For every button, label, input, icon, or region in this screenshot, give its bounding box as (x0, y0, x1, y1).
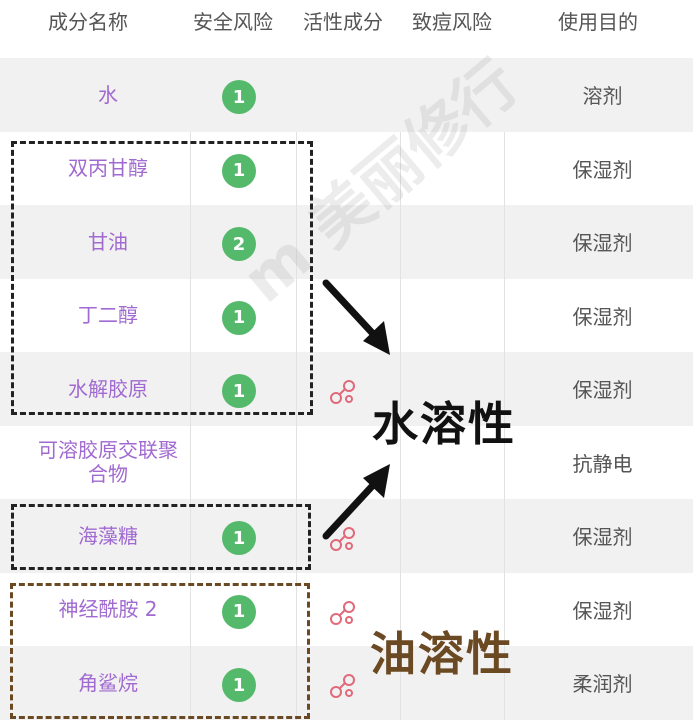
purpose-text: 保湿剂 (572, 231, 633, 256)
purpose-text: 保湿剂 (572, 598, 633, 623)
column-divider (504, 131, 505, 205)
active-ingredient-icon (330, 380, 355, 404)
column-divider (400, 499, 401, 573)
purpose-text: 抗静电 (572, 451, 633, 476)
column-divider (400, 205, 401, 279)
oil-soluble-label: 油溶性 (370, 627, 514, 681)
purpose-text: 溶剂 (582, 84, 623, 109)
purpose-text: 柔润剂 (572, 672, 633, 697)
purpose-text: 保湿剂 (572, 304, 633, 329)
column-divider (504, 278, 505, 352)
column-header-name: 成分名称 (48, 10, 128, 34)
column-divider (400, 278, 401, 352)
active-ingredient-icon (330, 674, 355, 698)
column-divider (296, 425, 297, 499)
active-ingredient-icon (330, 600, 355, 625)
water-soluble-box-1 (11, 141, 313, 415)
column-divider (504, 205, 505, 279)
column-header-purpose: 使用目的 (558, 10, 638, 34)
column-header-safety: 安全风险 (193, 10, 273, 34)
purpose-text: 保湿剂 (572, 157, 633, 182)
purpose-text: 保湿剂 (572, 378, 633, 403)
purpose-text: 保湿剂 (572, 525, 633, 550)
water-soluble-box-2 (11, 504, 311, 570)
ingredient-name: 水 (98, 82, 118, 107)
arrow-down-right-icon (322, 279, 390, 355)
column-header-active: 活性成分 (303, 10, 383, 34)
column-divider (504, 499, 505, 573)
water-soluble-label: 水溶性 (372, 397, 516, 451)
safety-badge: 1 (222, 80, 256, 114)
table-row[interactable]: 水 1 溶剂 (0, 58, 693, 132)
ingredient-name: 可溶胶原交联聚 合物 (38, 438, 178, 487)
table-header: 成分名称 安全风险 活性成分 致痘风险 使用目的 (0, 0, 693, 48)
column-divider (400, 131, 401, 205)
column-header-acne: 致痘风险 (412, 10, 492, 34)
oil-soluble-box (10, 583, 310, 719)
arrow-up-right-icon (322, 464, 390, 540)
